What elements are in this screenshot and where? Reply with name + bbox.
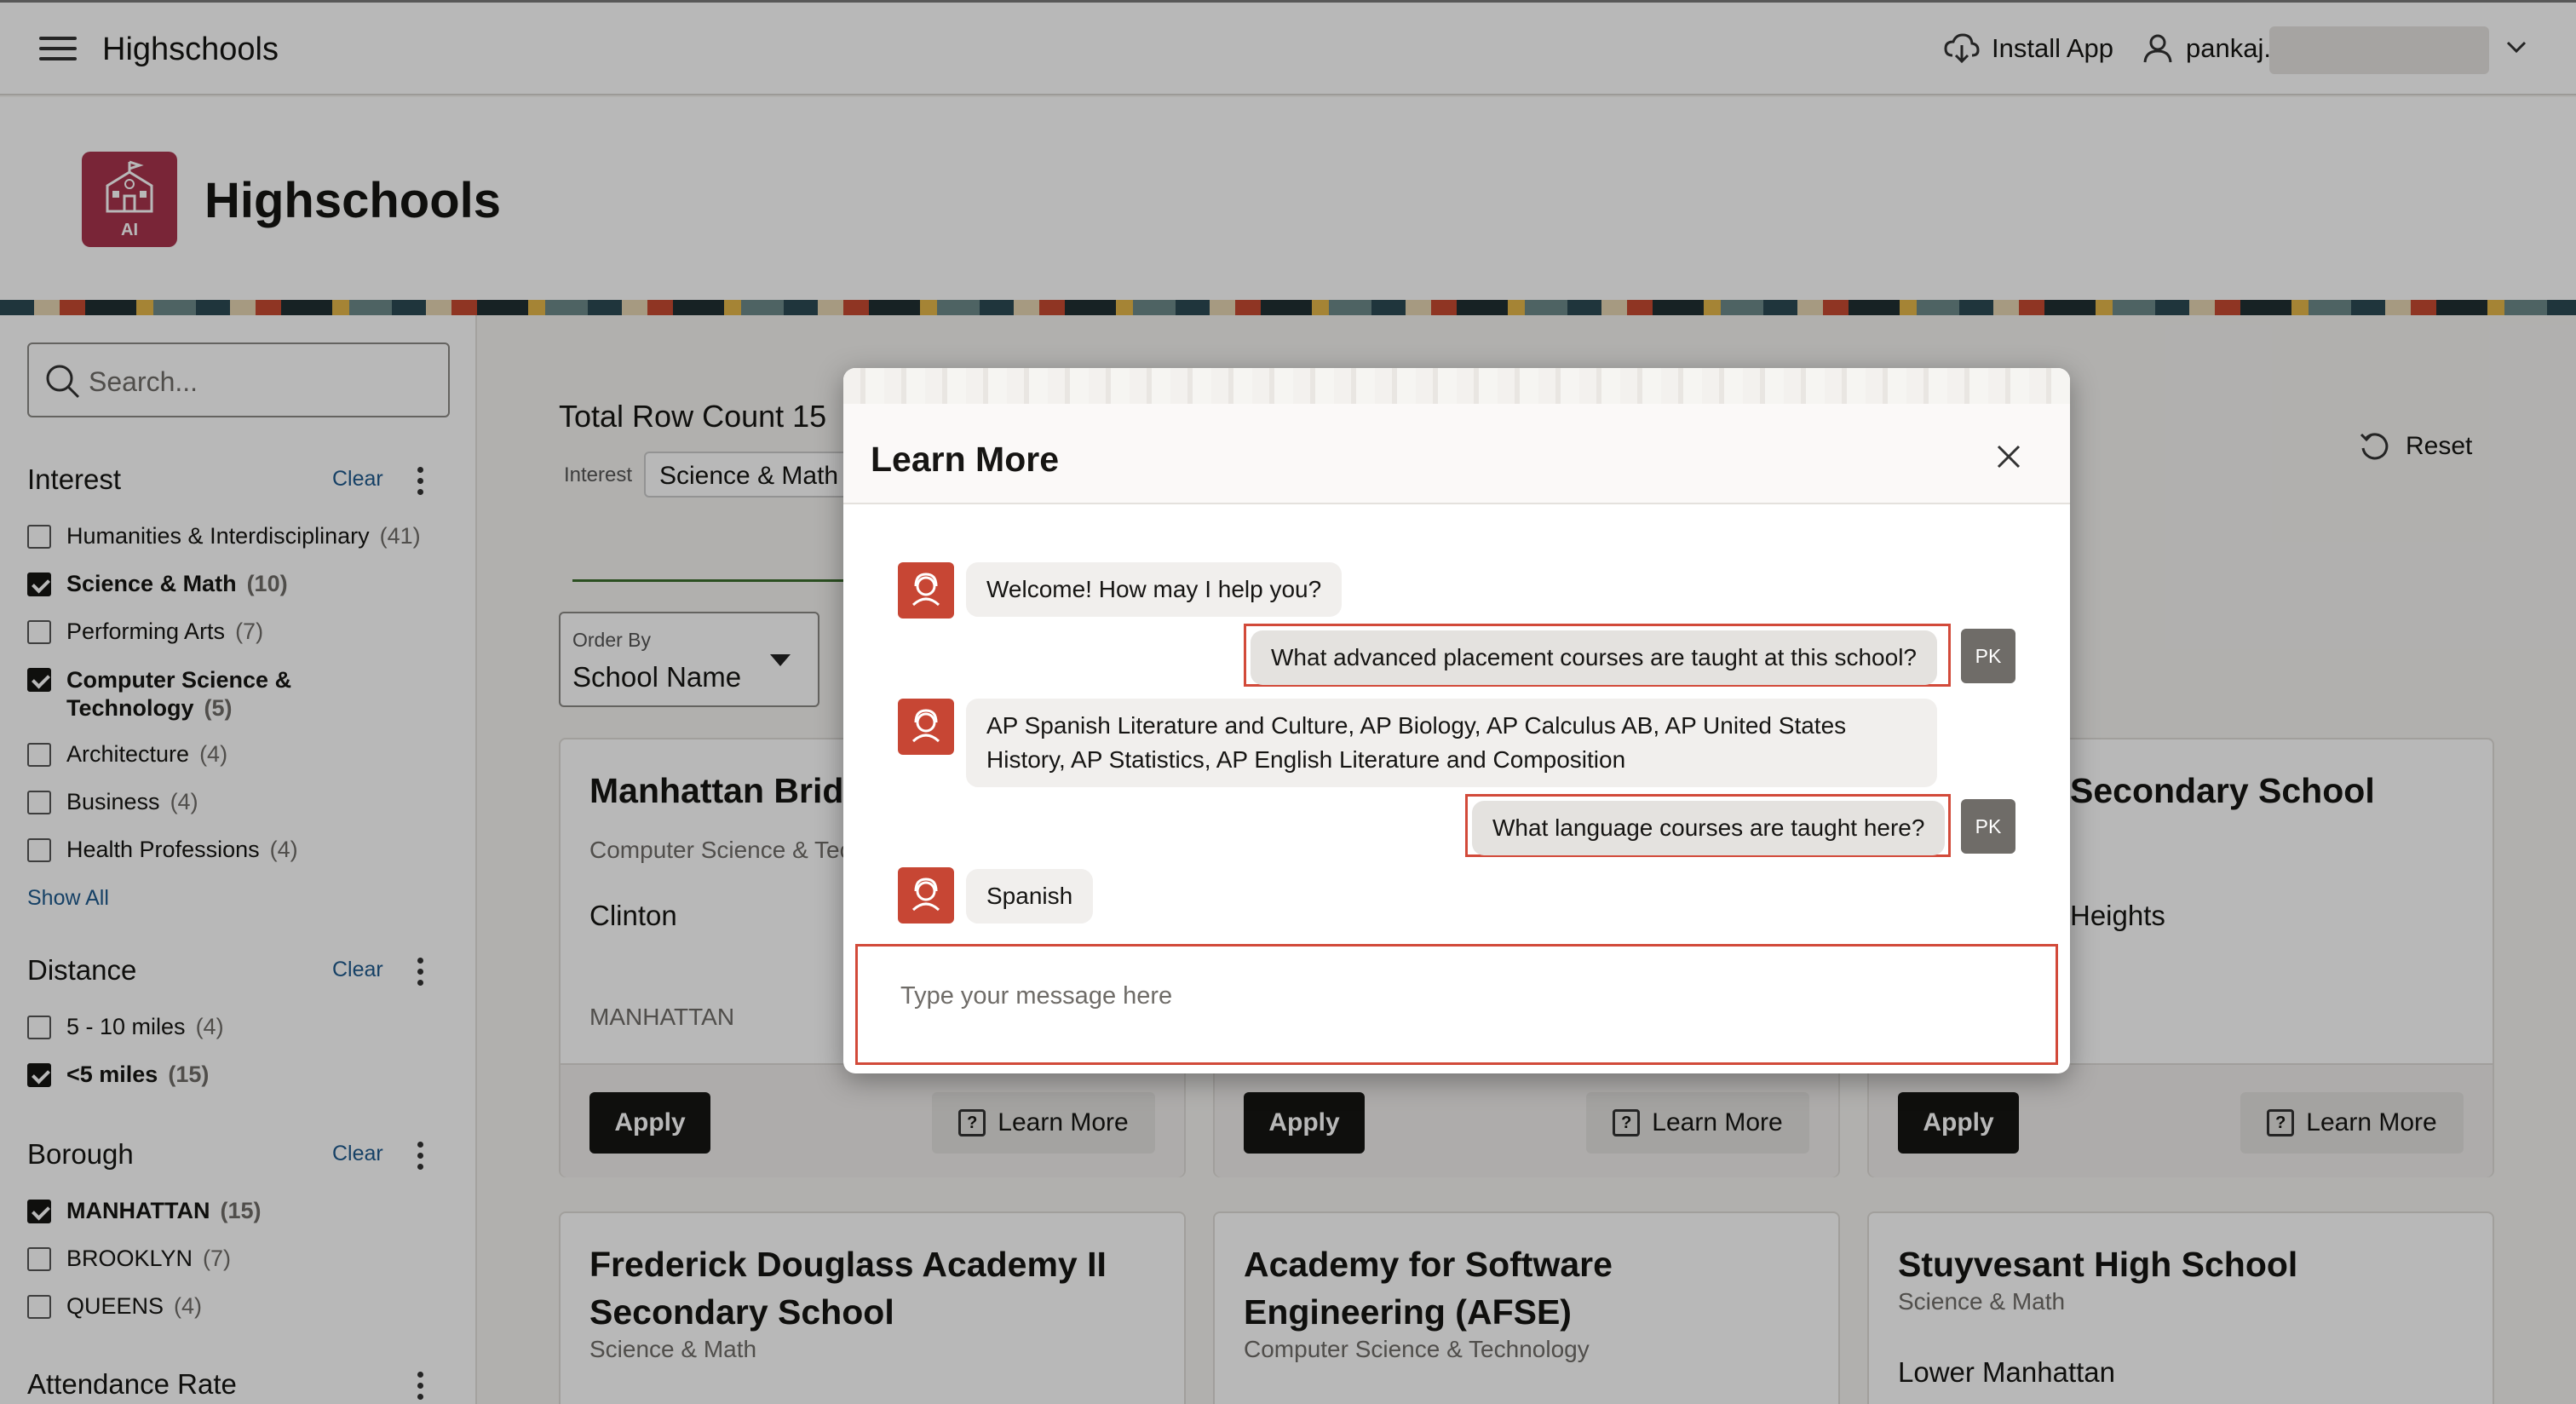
user-avatar: PK: [1961, 629, 2015, 683]
chat-message-bot: Welcome! How may I help you?: [966, 562, 1343, 617]
bot-avatar-icon: [898, 699, 954, 755]
bot-avatar-icon: [898, 867, 954, 924]
chat-message-bot: Spanish: [966, 869, 1094, 924]
dialog-header: Learn More: [843, 404, 2070, 504]
user-avatar: PK: [1961, 799, 2015, 854]
close-icon[interactable]: [1992, 440, 2026, 474]
chat-message-user: What advanced placement courses are taug…: [1251, 630, 1937, 685]
message-placeholder: Type your message here: [900, 982, 1173, 1010]
learn-more-dialog: Learn More Welcome! How may I help you? …: [843, 368, 2070, 1073]
message-input[interactable]: Type your message here: [855, 944, 2058, 1065]
bot-avatar-icon: [898, 562, 954, 619]
dialog-title: Learn More: [871, 440, 1059, 479]
dialog-decorative-header: [843, 368, 2070, 404]
chat-message-bot: AP Spanish Literature and Culture, AP Bi…: [966, 699, 1937, 787]
chat-message-user: What language courses are taught here?: [1472, 801, 1946, 855]
